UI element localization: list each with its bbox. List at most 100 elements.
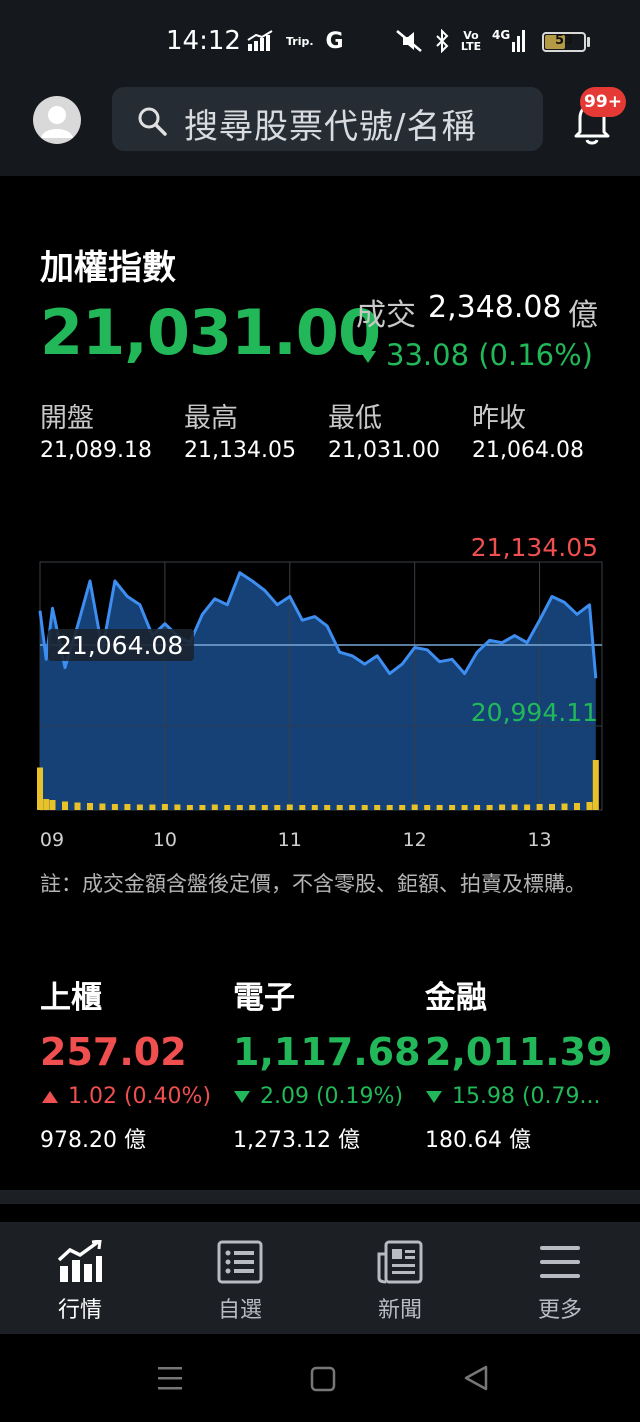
volume-bar <box>49 800 56 810</box>
nav-item-watchlist[interactable]: 自選 <box>180 1222 300 1334</box>
up-triangle-icon <box>42 1091 58 1103</box>
recent-apps-icon[interactable] <box>156 1364 184 1396</box>
volume-bar <box>87 803 93 810</box>
x-tick-label: 12 <box>403 829 427 851</box>
sub-index-name-electronics[interactable]: 電子 <box>233 972 295 1017</box>
status-icons-left: Trip. G <box>246 28 344 54</box>
volume-bar <box>349 805 356 810</box>
nav-item-more[interactable]: 更多 <box>500 1222 620 1334</box>
volume-bar <box>549 804 555 810</box>
volume-bar <box>236 805 243 810</box>
stat-open-value: 21,089.18 <box>40 438 152 463</box>
volume-bar <box>149 804 156 810</box>
x-tick-label: 10 <box>153 829 177 851</box>
chart-low-label: 20,994.11 <box>471 698 598 727</box>
home-icon[interactable] <box>310 1366 336 1396</box>
volume-bar <box>186 805 193 810</box>
bluetooth-icon <box>434 28 450 54</box>
signal-chart-icon <box>246 28 274 54</box>
volume-bar <box>536 804 543 810</box>
volume-bar <box>286 804 293 810</box>
sub-index-value-electronics: 1,117.68 <box>233 1030 421 1074</box>
app-header: 搜尋股票代號/名稱 99+ <box>0 84 640 176</box>
nav-label-news: 新聞 <box>377 1298 422 1323</box>
x-tick-label: 13 <box>527 829 551 851</box>
chart-reference-label: 21,064.08 <box>56 631 183 660</box>
menu-icon <box>536 1240 584 1284</box>
sub-index-change-finance: 15.98 (0.79... <box>426 1084 601 1109</box>
stat-low-label: 最低 <box>328 403 382 434</box>
stat-prev-close-value: 21,064.08 <box>472 438 584 463</box>
news-icon <box>376 1240 424 1284</box>
chart-high-label: 21,134.05 <box>471 533 598 562</box>
sub-index-volume-electronics: 1,273.12 億 <box>233 1128 360 1153</box>
list-icon <box>216 1240 264 1284</box>
sub-index-value-finance: 2,011.39 <box>425 1030 613 1074</box>
volume-bar <box>324 805 331 810</box>
network-type-label: 4G <box>492 28 511 42</box>
battery-icon: 53 <box>542 32 586 52</box>
volume-bar <box>224 805 231 810</box>
volume-unit: 億 <box>568 298 598 333</box>
volume-bar <box>136 804 143 810</box>
volume-bar <box>486 805 493 810</box>
stat-open-label: 開盤 <box>40 403 94 434</box>
volume-value: 2,348.08 <box>428 290 562 325</box>
intraday-chart[interactable]: 21,134.05 20,994.11 21,064.08 09 10 11 12 13 <box>0 520 640 860</box>
volume-bar <box>161 804 168 810</box>
chart-icon <box>56 1239 104 1284</box>
sub-index-change-text: 15.98 (0.79... <box>452 1084 601 1109</box>
back-icon[interactable] <box>462 1364 490 1396</box>
sub-index-change-text: 1.02 (0.40%) <box>68 1084 212 1109</box>
index-change: 33.08 (0.16%) <box>360 338 593 372</box>
google-icon: G <box>325 28 344 54</box>
volume-bar <box>524 804 531 810</box>
down-triangle-icon <box>426 1091 442 1103</box>
volume-bar <box>74 802 81 810</box>
search-input[interactable]: 搜尋股票代號/名稱 <box>112 87 543 151</box>
nav-label-more: 更多 <box>537 1298 582 1323</box>
down-triangle-icon <box>360 351 376 363</box>
volume-bar <box>474 805 481 810</box>
trip-icon: Trip. <box>286 34 314 48</box>
volume-bar <box>449 805 456 810</box>
x-tick-label: 09 <box>40 829 64 851</box>
index-value: 21,031.00 <box>40 296 381 369</box>
volume-bar <box>311 805 318 810</box>
volume-bar <box>386 805 393 810</box>
volume-bar <box>461 805 468 810</box>
notification-badge: 99+ <box>580 87 626 117</box>
volume-bar <box>574 803 580 810</box>
search-icon <box>136 105 168 141</box>
index-change-text: 33.08 (0.16%) <box>386 338 593 372</box>
volume-bar <box>336 805 343 810</box>
sub-index-name-finance[interactable]: 金融 <box>425 972 487 1017</box>
sub-index-change-otc: 1.02 (0.40%) <box>42 1084 211 1109</box>
volume-bar <box>361 805 368 810</box>
volume-bar <box>274 805 281 810</box>
stat-low-value: 21,031.00 <box>328 438 440 463</box>
volume-bar <box>211 804 218 810</box>
nav-item-news[interactable]: 新聞 <box>340 1222 460 1334</box>
volte-icon: Vo LTE <box>460 29 482 53</box>
volume-bar <box>99 803 106 810</box>
sub-index-change-text: 2.09 (0.19%) <box>260 1084 404 1109</box>
user-icon <box>41 106 73 138</box>
volume-bar <box>592 760 599 810</box>
avatar[interactable] <box>33 96 81 144</box>
sub-index-value-otc: 257.02 <box>40 1030 187 1074</box>
nav-label-market: 行情 <box>57 1298 102 1323</box>
volume-bar <box>411 804 418 810</box>
sub-index-name-otc[interactable]: 上櫃 <box>40 972 102 1017</box>
volume-bar <box>374 805 381 810</box>
battery-level-text: 53 <box>554 33 574 48</box>
section-divider <box>0 1190 640 1204</box>
volume-bar <box>436 805 443 810</box>
volume-bar <box>249 805 256 810</box>
volume-bar <box>43 799 50 810</box>
stat-prev-close-label: 昨收 <box>472 403 526 434</box>
nav-item-market[interactable]: 行情 <box>20 1222 140 1334</box>
status-time: 14:12 <box>166 26 241 56</box>
volume-bar <box>199 805 206 810</box>
bottom-nav: 行情 自選 新聞 更多 <box>0 1222 640 1334</box>
